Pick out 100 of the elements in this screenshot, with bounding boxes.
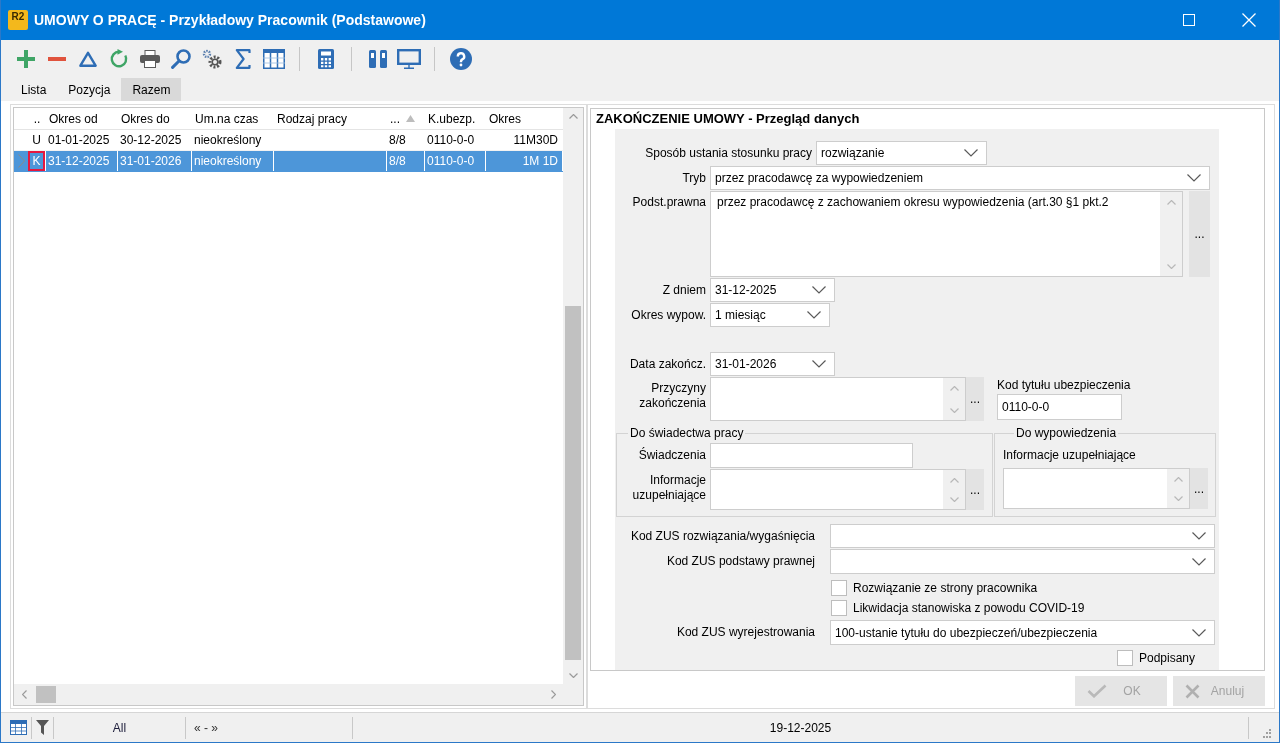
field-label: Kod ZUS rozwiązania/wygaśnięcia <box>630 528 815 544</box>
triangle-icon[interactable] <box>78 50 97 67</box>
window-title: UMOWY O PRACĘ - Przykładowy Pracownik (Podstawowe) <box>34 12 426 28</box>
columns-icon[interactable] <box>262 48 285 69</box>
refresh-icon[interactable] <box>108 48 129 69</box>
search-icon[interactable] <box>170 48 191 69</box>
chevron-right-icon[interactable] <box>551 690 556 699</box>
dropdown[interactable]: 1 miesiąc <box>710 303 830 327</box>
table-cell: 8/8 <box>387 130 425 150</box>
chevron-down-icon[interactable] <box>812 360 826 368</box>
table-cell: U <box>28 130 46 150</box>
scrollbar[interactable] <box>1167 469 1189 508</box>
column-header[interactable]: Okres <box>486 108 563 129</box>
input-field[interactable] <box>710 443 913 468</box>
field-label: Okres wypow. <box>631 307 706 323</box>
minus-icon[interactable] <box>47 56 66 61</box>
group-title: Do wypowiedzenia <box>1015 426 1118 440</box>
chevron-down-icon[interactable] <box>807 311 821 319</box>
field-label: Informacje uzupełniające <box>631 473 706 503</box>
table-icon[interactable] <box>10 720 27 735</box>
checkbox-label: Podpisany <box>1138 651 1195 665</box>
field-label: Kod ZUS wyrejestrowania <box>676 625 815 640</box>
dropdown[interactable]: 100-ustanie tytułu do ubezpieczeń/ubezpieczenia <box>830 620 1215 645</box>
ellipsis-button[interactable]: ... <box>966 469 984 510</box>
chevron-up-icon[interactable] <box>1173 477 1183 482</box>
chevron-left-icon[interactable] <box>22 690 27 699</box>
scrollbar-thumb[interactable] <box>36 686 56 703</box>
filter-label: All <box>112 720 127 735</box>
filter-icon[interactable] <box>36 720 49 735</box>
scrollbar[interactable] <box>943 470 965 509</box>
chevron-up-icon[interactable] <box>568 114 578 119</box>
chevron-down-icon[interactable] <box>812 286 826 294</box>
ellipsis-button[interactable]: ... <box>1190 468 1208 509</box>
chevron-up-icon[interactable] <box>949 386 959 391</box>
tab[interactable]: Razem <box>121 78 182 101</box>
text-area[interactable] <box>710 469 966 510</box>
tab[interactable]: Lista <box>10 78 58 101</box>
close-icon[interactable] <box>1242 13 1256 27</box>
field-label: Informacje uzupełniające <box>1003 448 1136 463</box>
text-area[interactable] <box>710 377 966 421</box>
cross-icon <box>1185 683 1200 699</box>
calculator-icon[interactable] <box>317 48 334 69</box>
plus-icon[interactable] <box>16 49 35 68</box>
ellipsis-button[interactable]: ... <box>966 377 984 421</box>
input-field[interactable]: 0110-0-0 <box>997 394 1122 420</box>
field-label: Tryb <box>682 170 706 186</box>
chevron-down-icon[interactable] <box>964 149 978 157</box>
column-header[interactable]: Okres od <box>46 108 118 129</box>
gears-icon[interactable] <box>201 48 222 69</box>
column-header[interactable]: .. <box>28 108 46 129</box>
ellipsis-button[interactable]: ... <box>1189 191 1210 277</box>
table-cell: 01-01-2025 <box>46 130 118 150</box>
column-header[interactable]: Rodzaj pracy <box>274 108 387 129</box>
dropdown[interactable]: 31-01-2026 <box>710 352 835 376</box>
printer-icon[interactable] <box>139 49 160 68</box>
table-cell: nieokreślony <box>192 130 274 150</box>
app-logo: R2 <box>8 10 28 30</box>
column-header[interactable]: Okres do <box>118 108 192 129</box>
field-label: Sposób ustania stosunku pracy <box>645 145 812 161</box>
chevron-down-icon[interactable] <box>1187 174 1201 182</box>
table-cell: K <box>28 151 46 171</box>
scrollbar[interactable] <box>1160 192 1182 276</box>
checkbox[interactable] <box>1116 650 1133 666</box>
group-title: Do świadectwa pracy <box>629 426 745 440</box>
table-cell: 0110-0-0 <box>425 151 486 171</box>
resize-grip-icon[interactable] <box>1261 728 1271 738</box>
table-cell: 31-12-2025 <box>46 151 118 171</box>
scrollbar[interactable] <box>563 108 583 684</box>
checkbox[interactable] <box>831 580 847 596</box>
binders-icon[interactable] <box>367 49 388 68</box>
chevron-down-icon[interactable] <box>1192 557 1206 566</box>
column-header[interactable]: K.ubezp. <box>425 108 486 129</box>
scrollbar[interactable] <box>14 684 583 705</box>
dropdown[interactable]: przez pracodawcę za wypowiedzeniem <box>710 166 1210 190</box>
chevron-up-icon[interactable] <box>949 478 959 483</box>
monitor-icon[interactable] <box>396 48 421 69</box>
help-icon[interactable] <box>449 47 472 70</box>
field-label: Kod ZUS podstawy prawnej <box>666 554 815 569</box>
maximize-icon[interactable] <box>1183 14 1195 26</box>
checkbox-label: Likwidacja stanowiska z powodu COVID-19 <box>853 601 1085 615</box>
chevron-down-icon[interactable] <box>1192 532 1206 540</box>
dropdown[interactable]: rozwiązanie <box>816 141 987 165</box>
tab[interactable]: Pozycja <box>57 78 122 101</box>
record-navigator[interactable]: « - » <box>194 720 218 735</box>
chevron-up-icon[interactable] <box>1166 200 1176 205</box>
table-cell: 8/8 <box>387 151 425 171</box>
chevron-down-icon[interactable] <box>1192 628 1206 637</box>
checkbox[interactable] <box>831 600 847 616</box>
column-header[interactable]: ... <box>387 108 425 129</box>
text-area[interactable]: przez pracodawcę z zachowaniem okresu wypowiedzenia (art.30 §1 pkt.2 <box>710 191 1183 277</box>
sigma-icon[interactable] <box>234 48 251 69</box>
table-cell: 31-01-2026 <box>118 151 192 171</box>
scrollbar[interactable] <box>943 378 965 420</box>
text-area[interactable] <box>1003 468 1190 509</box>
dropdown[interactable]: 31-12-2025 <box>710 278 835 302</box>
table-cell: 0110-0-0 <box>425 130 486 150</box>
checkmark-icon <box>1087 684 1107 698</box>
column-header[interactable]: Um.na czas <box>192 108 274 129</box>
scrollbar-thumb[interactable] <box>565 306 581 660</box>
field-label: Kod tytułu ubezpieczenia <box>997 378 1131 392</box>
